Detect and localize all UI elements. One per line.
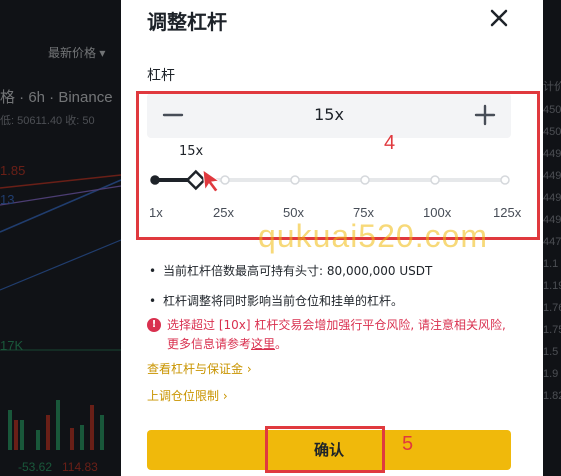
slider-tick[interactable] (150, 175, 160, 185)
slider-tooltip: 15x (179, 144, 204, 159)
slider-handle[interactable] (185, 169, 207, 191)
note-max-position: • 当前杠杆倍数最高可持有头寸: 80,000,000 USDT (149, 262, 432, 279)
view-leverage-margin-link[interactable]: 查看杠杆与保证金 › (147, 360, 252, 377)
leverage-label: 杠杆 (147, 68, 175, 84)
slider-tick[interactable] (220, 175, 230, 185)
note-leverage-effect-text: 杠杆调整将同时影响当前仓位和挂单的杠杆。 (163, 294, 404, 308)
cursor-pointer-icon (202, 168, 221, 193)
plus-icon[interactable] (471, 101, 499, 129)
leverage-stepper: 15x (147, 93, 511, 138)
watermark-text: qukuai520.com (258, 218, 489, 254)
raise-position-limit-link[interactable]: 上调仓位限制 › (147, 387, 228, 404)
leverage-slider[interactable] (147, 165, 517, 195)
risk-warning: ! 选择超过 [10x] 杠杆交易会增加强行平仓风险, 请注意相关风险, 更多信… (147, 316, 511, 354)
warning-link-here[interactable]: 这里 (251, 337, 275, 351)
slider-tick[interactable] (290, 175, 300, 185)
slider-tick-label: 1x (149, 205, 163, 220)
bullet-icon: • (149, 264, 157, 278)
note-max-position-text: 当前杠杆倍数最高可持有头寸: 80,000,000 USDT (163, 264, 433, 278)
note-leverage-effect: • 杠杆调整将同时影响当前仓位和挂单的杠杆。 (149, 292, 403, 309)
close-icon[interactable] (487, 6, 511, 30)
slider-tick[interactable] (430, 175, 440, 185)
leverage-value[interactable]: 15x (147, 105, 511, 124)
bullet-icon: • (149, 294, 157, 308)
slider-tick[interactable] (360, 175, 370, 185)
slider-tick-label: 25x (213, 205, 234, 220)
warning-end: 。 (275, 337, 288, 351)
annotation-number-4: 4 (384, 132, 396, 154)
slider-tick[interactable] (500, 175, 510, 185)
dialog-title: 调整杠杆 (147, 10, 227, 34)
confirm-button[interactable]: 确认 (147, 430, 511, 470)
slider-tick-label: 125x (493, 205, 522, 220)
annotation-number-5: 5 (402, 433, 414, 455)
warning-icon: ! (147, 318, 161, 332)
warning-text: 选择超过 [10x] 杠杆交易会增加强行平仓风险, 请注意相关风险, 更多信息请… (167, 318, 506, 351)
